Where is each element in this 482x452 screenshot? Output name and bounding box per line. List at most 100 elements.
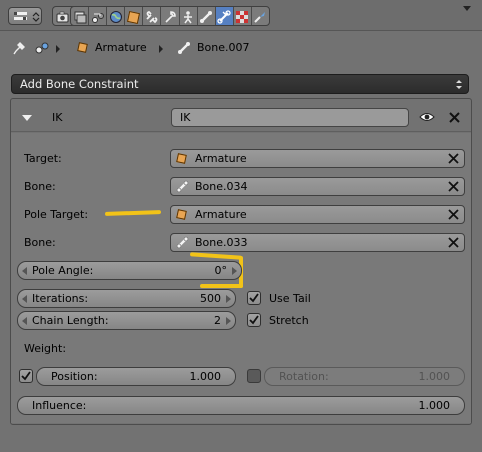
iterations-field[interactable]: Iterations: 500 xyxy=(17,289,236,308)
modifiers-icon xyxy=(165,11,176,23)
scene-icon xyxy=(91,12,104,23)
ctx-render-layers-button[interactable] xyxy=(71,7,90,25)
bone-icon xyxy=(200,11,213,23)
object-icon xyxy=(127,10,141,24)
bone-constraints-icon xyxy=(217,10,231,24)
pole-angle-value: 0° xyxy=(214,264,228,277)
influence-slider[interactable]: Influence: 1.000 xyxy=(17,396,465,415)
breadcrumb-bone: Bone.007 xyxy=(197,41,250,54)
decrement-arrow-icon[interactable] xyxy=(22,267,27,275)
rotation-label: Rotation: xyxy=(279,370,329,383)
influence-label: Influence: xyxy=(32,399,87,412)
increment-arrow-icon[interactable] xyxy=(226,295,231,303)
chain-length-label: Chain Length: xyxy=(32,314,109,327)
iterations-label: Iterations: xyxy=(32,292,89,305)
ctx-modifiers-button[interactable] xyxy=(161,7,180,25)
check-icon xyxy=(249,293,259,303)
target-label: Target: xyxy=(24,152,62,165)
constraint-name-text: IK xyxy=(180,111,191,124)
ctx-object-button[interactable] xyxy=(125,7,144,25)
editor-type-button[interactable] xyxy=(8,7,42,25)
clear-icon[interactable] xyxy=(447,152,460,165)
breadcrumb-object: Armature xyxy=(95,41,147,54)
bone-icon xyxy=(176,236,189,249)
ctx-bone-constraints-button[interactable] xyxy=(215,7,234,25)
decrement-arrow-icon[interactable] xyxy=(22,317,27,325)
pole-angle-field[interactable]: Pole Angle: 0° xyxy=(17,261,242,280)
weight-label: Weight: xyxy=(24,342,67,355)
ctx-material-button[interactable] xyxy=(234,7,252,25)
constraint-type-label: IK xyxy=(52,111,63,124)
pole-bone-field[interactable]: Bone.033 xyxy=(170,233,465,252)
chain-length-field[interactable]: Chain Length: 2 xyxy=(17,311,236,330)
increment-arrow-icon[interactable] xyxy=(226,317,231,325)
ctx-constraints-button[interactable] xyxy=(143,7,162,25)
constraint-header: IK IK xyxy=(11,104,471,132)
iterations-value: 500 xyxy=(200,292,221,305)
material-icon xyxy=(236,11,249,23)
add-bone-constraint-menu[interactable]: Add Bone Constraint xyxy=(11,74,469,94)
breadcrumb-separator-icon xyxy=(159,45,163,53)
decrement-arrow-icon[interactable] xyxy=(22,295,27,303)
influence-value: 1.000 xyxy=(418,399,451,412)
bone-field[interactable]: Bone.034 xyxy=(170,177,465,196)
position-weight-field[interactable]: Position: 1.000 xyxy=(36,367,236,386)
bone-value: Bone.034 xyxy=(195,180,248,193)
eye-icon[interactable] xyxy=(419,111,435,123)
clear-icon[interactable] xyxy=(447,208,460,221)
rotation-value: 1.000 xyxy=(418,370,451,383)
breadcrumb-separator-icon xyxy=(56,45,60,53)
stretch-label: Stretch xyxy=(269,314,309,327)
chain-length-value: 2 xyxy=(214,314,221,327)
context-tabs xyxy=(70,6,270,26)
bone-label: Bone: xyxy=(24,180,56,193)
collapse-triangle-icon[interactable] xyxy=(460,3,474,13)
check-icon xyxy=(21,371,31,381)
object-data-icon xyxy=(184,11,193,24)
editor-type-icon xyxy=(14,12,27,20)
render-icon xyxy=(56,11,68,23)
increment-arrow-icon[interactable] xyxy=(232,267,237,275)
expand-triangle-icon[interactable] xyxy=(21,113,33,123)
bone-icon xyxy=(178,42,190,54)
pin-icon[interactable] xyxy=(12,41,26,55)
world-icon xyxy=(109,11,122,23)
ctx-bone-button[interactable] xyxy=(198,7,216,25)
rotation-weight-field[interactable]: Rotation: 1.000 xyxy=(264,367,465,386)
object-icon xyxy=(176,209,187,220)
object-icon xyxy=(176,153,187,164)
close-icon[interactable] xyxy=(448,111,461,124)
rotation-checkbox[interactable] xyxy=(247,369,261,383)
ctx-texture-button[interactable] xyxy=(252,7,269,25)
position-label: Position: xyxy=(51,370,98,383)
render-layers-icon xyxy=(74,11,87,23)
scene-icon xyxy=(35,42,49,54)
check-icon xyxy=(249,315,259,325)
clear-icon[interactable] xyxy=(447,180,460,193)
target-field[interactable]: Armature xyxy=(170,149,465,168)
bone-icon xyxy=(176,180,189,193)
annotation-stroke xyxy=(200,284,243,288)
chevron-updown-icon xyxy=(456,80,462,89)
chevron-updown-icon xyxy=(32,12,40,22)
constraint-name-field[interactable]: IK xyxy=(171,108,409,127)
clear-icon[interactable] xyxy=(447,236,460,249)
ctx-scene-button[interactable] xyxy=(89,7,108,25)
use-tail-label: Use Tail xyxy=(269,292,311,305)
use-tail-checkbox[interactable] xyxy=(247,291,261,305)
stretch-checkbox[interactable] xyxy=(247,313,261,327)
ctx-object-data-button[interactable] xyxy=(180,7,198,25)
object-icon xyxy=(77,42,88,53)
pole-angle-label: Pole Angle: xyxy=(32,264,94,277)
position-checkbox[interactable] xyxy=(19,369,33,383)
pole-target-value: Armature xyxy=(195,208,247,221)
target-value: Armature xyxy=(195,152,247,165)
breadcrumb: Armature Bone.007 xyxy=(0,37,482,59)
pole-bone-value: Bone.033 xyxy=(195,236,248,249)
pole-target-label: Pole Target: xyxy=(24,208,89,221)
pole-target-field[interactable]: Armature xyxy=(170,205,465,224)
ctx-world-button[interactable] xyxy=(107,7,126,25)
constraints-icon xyxy=(146,10,158,24)
position-value: 1.000 xyxy=(189,370,222,383)
add-bone-constraint-label: Add Bone Constraint xyxy=(20,77,139,91)
